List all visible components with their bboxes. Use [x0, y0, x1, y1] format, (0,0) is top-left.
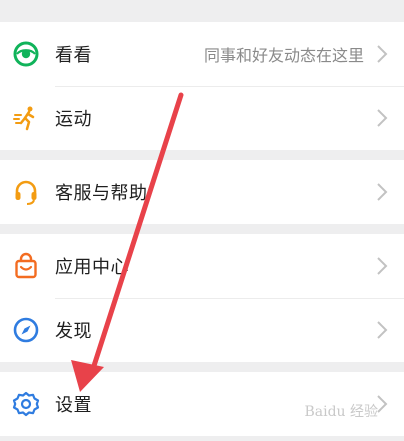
menu-item-kefu[interactable]: 客服与帮助: [0, 160, 404, 224]
chevron-right-icon: [377, 45, 388, 63]
chevron-right-icon: [377, 109, 388, 127]
chevron-right-icon: [377, 183, 388, 201]
menu-item-yundong-label: 运动: [55, 109, 92, 130]
compass-icon: [13, 317, 39, 343]
headset-icon: [15, 180, 37, 205]
watermark: Baidu 经验: [304, 404, 378, 420]
menu-group-1: 看看 同事和好友动态在这里 运动: [0, 22, 404, 150]
menu-item-shezhi-label: 设置: [55, 395, 92, 416]
menu-item-kefu-label: 客服与帮助: [55, 183, 148, 204]
menu-item-kankan-label: 看看: [55, 45, 92, 66]
running-person-icon: [13, 106, 35, 131]
menu-item-yundong[interactable]: 运动: [0, 86, 404, 150]
menu-item-faxian[interactable]: 发现: [0, 298, 404, 362]
chevron-right-icon: [377, 321, 388, 339]
eye-icon: [13, 41, 39, 67]
menu-item-kankan[interactable]: 看看 同事和好友动态在这里: [0, 22, 404, 86]
gear-icon: [12, 391, 40, 417]
menu-item-yingyong[interactable]: 应用中心: [0, 234, 404, 298]
menu-group-2: 客服与帮助: [0, 160, 404, 224]
menu-item-kankan-subtitle: 同事和好友动态在这里: [203, 46, 364, 65]
menu-group-3: 应用中心 发现: [0, 234, 404, 362]
shopping-bag-icon: [15, 252, 37, 279]
menu-item-yingyong-label: 应用中心: [55, 257, 129, 278]
menu-item-faxian-label: 发现: [55, 321, 92, 342]
chevron-right-icon: [377, 257, 388, 275]
